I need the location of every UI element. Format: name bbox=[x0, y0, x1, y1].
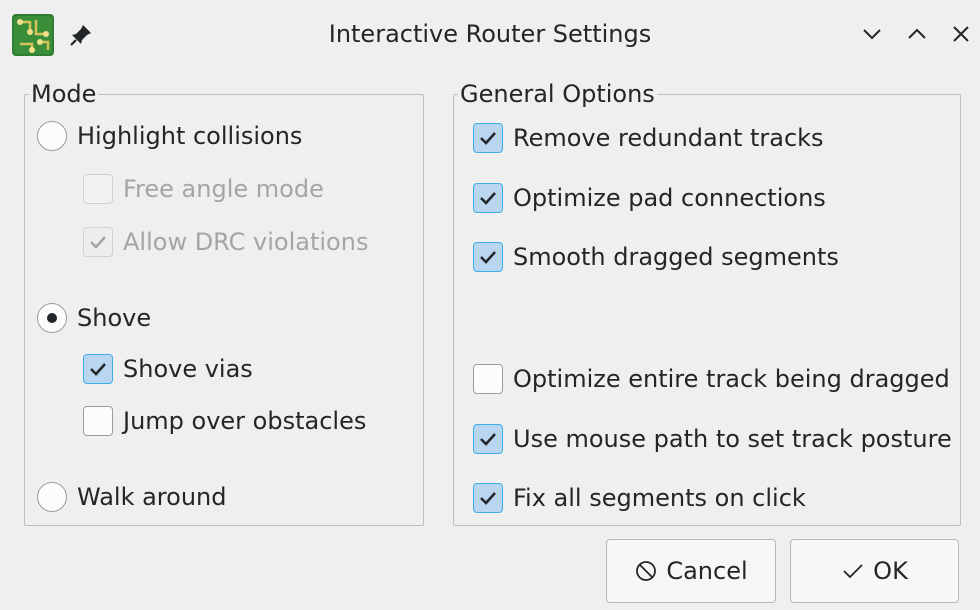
minimize-icon bbox=[863, 29, 881, 40]
checkbox-allow-drc-violations: Allow DRC violations bbox=[83, 224, 368, 260]
checkbox-label: Optimize entire track being dragged bbox=[513, 365, 950, 393]
radio-button[interactable] bbox=[37, 482, 67, 512]
checkbox[interactable] bbox=[473, 183, 503, 213]
checkbox-label: Smooth dragged segments bbox=[513, 243, 839, 271]
check-icon bbox=[90, 363, 106, 376]
mode-group-title: Mode bbox=[29, 80, 99, 108]
radio-shove[interactable]: Shove bbox=[37, 300, 151, 336]
check-icon bbox=[480, 433, 496, 446]
checkbox-jump-over-obstacles[interactable]: Jump over obstacles bbox=[83, 403, 366, 439]
check-icon bbox=[480, 192, 496, 205]
general-options-title: General Options bbox=[458, 80, 657, 108]
check-icon bbox=[480, 251, 496, 264]
cancel-button[interactable]: Cancel bbox=[606, 539, 776, 603]
checkbox-shove-vias[interactable]: Shove vias bbox=[83, 351, 253, 387]
ok-button[interactable]: OK bbox=[790, 539, 959, 603]
cancel-label: Cancel bbox=[666, 557, 748, 585]
checkbox bbox=[83, 174, 113, 204]
checkbox[interactable] bbox=[83, 354, 113, 384]
window-title: Interactive Router Settings bbox=[328, 20, 652, 48]
ok-label: OK bbox=[873, 557, 908, 585]
checkbox-label: Jump over obstacles bbox=[123, 407, 367, 435]
checkbox[interactable] bbox=[83, 406, 113, 436]
checkbox-optimize-entire-track[interactable]: Optimize entire track being dragged bbox=[473, 361, 950, 397]
checkbox-label: Remove redundant tracks bbox=[513, 124, 824, 152]
check-icon bbox=[480, 132, 496, 145]
radio-button[interactable] bbox=[37, 121, 67, 151]
check-icon bbox=[90, 236, 106, 249]
checkmark-icon bbox=[843, 564, 863, 579]
checkbox[interactable] bbox=[473, 123, 503, 153]
checkbox-label: Free angle mode bbox=[123, 175, 324, 203]
checkbox-fix-all-segments[interactable]: Fix all segments on click bbox=[473, 480, 806, 516]
checkbox-label: Allow DRC violations bbox=[123, 228, 369, 256]
general-options-group: General Options bbox=[453, 81, 961, 526]
radio-label: Highlight collisions bbox=[77, 122, 303, 150]
radio-label: Walk around bbox=[77, 483, 227, 511]
close-button[interactable] bbox=[947, 20, 975, 48]
radio-label: Shove bbox=[77, 304, 152, 332]
checkbox-label: Shove vias bbox=[123, 355, 253, 383]
checkbox-use-mouse-path[interactable]: Use mouse path to set track posture bbox=[473, 421, 952, 457]
checkbox[interactable] bbox=[473, 424, 503, 454]
checkbox[interactable] bbox=[473, 364, 503, 394]
maximize-icon bbox=[908, 28, 926, 39]
checkbox-label: Optimize pad connections bbox=[513, 184, 826, 212]
minimize-button[interactable] bbox=[858, 20, 886, 48]
title-bar: Interactive Router Settings bbox=[0, 0, 980, 70]
checkbox-remove-redundant-tracks[interactable]: Remove redundant tracks bbox=[473, 120, 824, 156]
checkbox-smooth-dragged-segments[interactable]: Smooth dragged segments bbox=[473, 239, 839, 275]
checkbox[interactable] bbox=[473, 483, 503, 513]
checkbox-free-angle-mode: Free angle mode bbox=[83, 171, 324, 207]
checkbox[interactable] bbox=[473, 242, 503, 272]
checkbox-label: Use mouse path to set track posture bbox=[513, 425, 952, 453]
radio-walk-around[interactable]: Walk around bbox=[37, 479, 226, 515]
checkbox-optimize-pad-connections[interactable]: Optimize pad connections bbox=[473, 180, 826, 216]
checkbox-label: Fix all segments on click bbox=[513, 484, 806, 512]
radio-highlight-collisions[interactable]: Highlight collisions bbox=[37, 118, 302, 154]
check-icon bbox=[480, 492, 496, 505]
close-icon bbox=[953, 26, 969, 42]
cancel-icon bbox=[636, 561, 657, 581]
radio-button[interactable] bbox=[37, 303, 67, 333]
maximize-button[interactable] bbox=[903, 20, 931, 48]
checkbox bbox=[83, 227, 113, 257]
